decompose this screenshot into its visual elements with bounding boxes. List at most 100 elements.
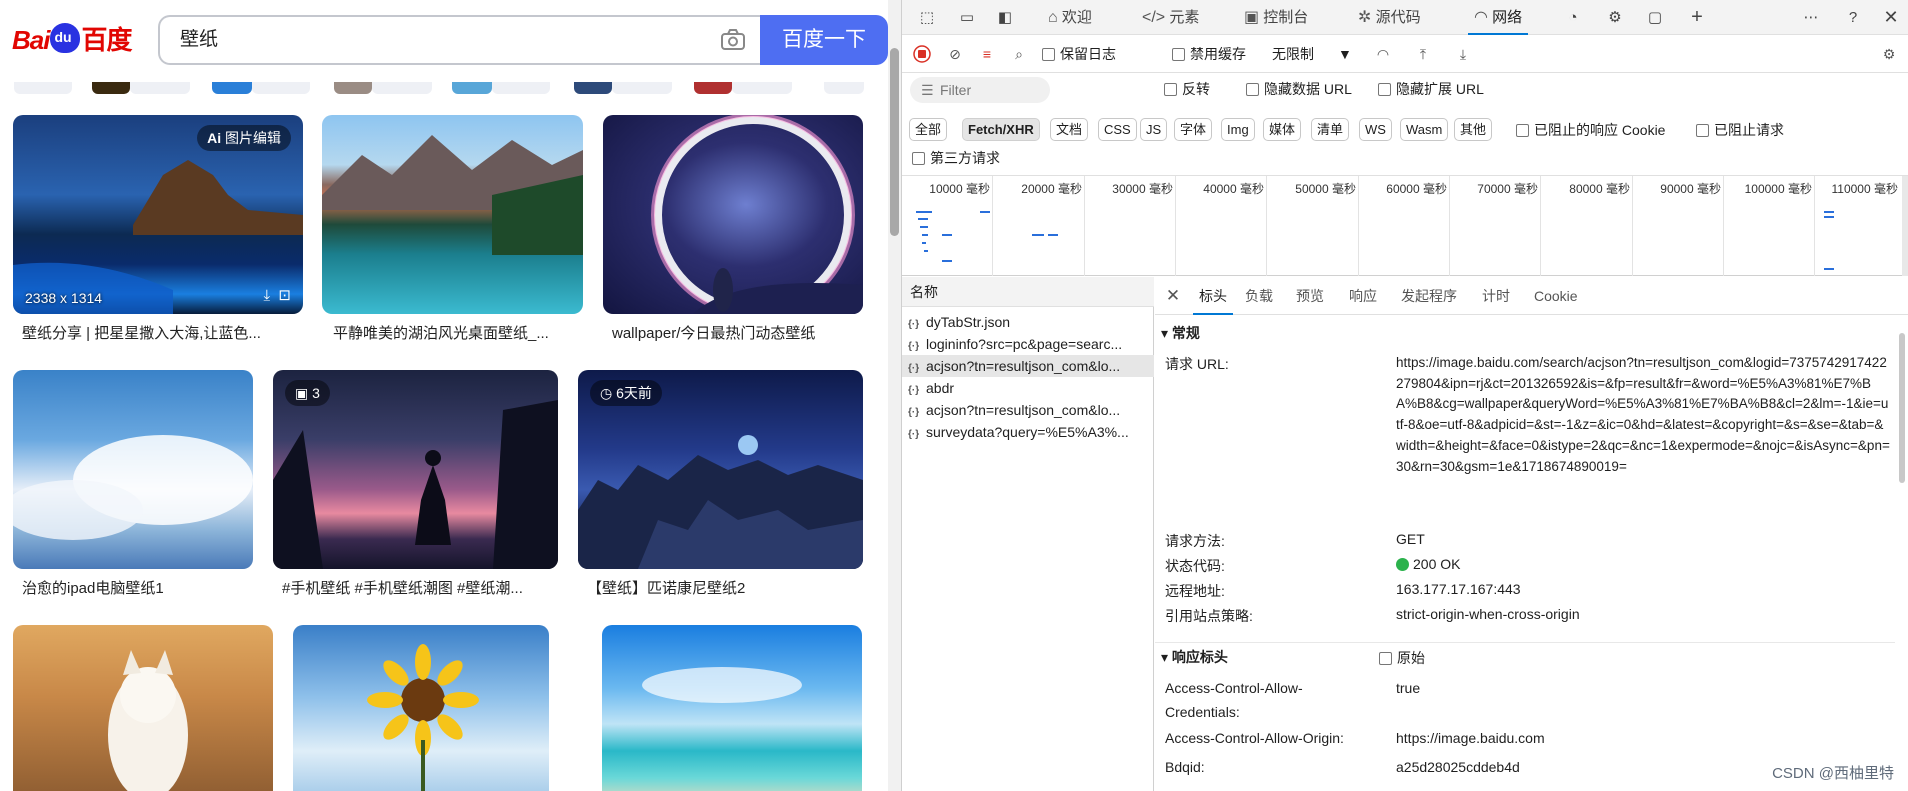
request-row[interactable]: {·} acjson?tn=resultjson_com&lo... bbox=[902, 355, 1154, 377]
status-value[interactable]: 200 OK bbox=[1396, 556, 1460, 572]
tab-console[interactable]: ▣ 控制台 bbox=[1244, 0, 1308, 35]
tab-cookies[interactable]: Cookie bbox=[1534, 277, 1578, 315]
performance-icon[interactable]: ◔ bbox=[1562, 0, 1584, 35]
type-filter-manifest[interactable]: 清单 bbox=[1311, 118, 1350, 141]
clear-icon[interactable]: ⊘ bbox=[944, 35, 966, 73]
tab-timing[interactable]: 计时 bbox=[1482, 277, 1510, 315]
search-icon[interactable]: ⌕ bbox=[1008, 35, 1030, 73]
disable-cache-checkbox[interactable]: 禁用缓存 bbox=[1172, 35, 1246, 73]
image-caption[interactable]: 【壁纸】匹诺康尼壁纸2 bbox=[587, 577, 855, 598]
method-value[interactable]: GET bbox=[1396, 531, 1425, 547]
image-caption[interactable]: #手机壁纸 #手机壁纸潮图 #壁纸潮... bbox=[282, 577, 550, 598]
camera-icon[interactable] bbox=[720, 28, 746, 52]
name-column-header[interactable]: 名称 bbox=[902, 277, 1154, 307]
request-row[interactable]: {·} acjson?tn=resultjson_com&lo... bbox=[902, 399, 1154, 421]
image-card[interactable] bbox=[602, 625, 862, 791]
filter-input[interactable]: ☰ Filter bbox=[910, 77, 1050, 103]
baidu-logo[interactable]: Bai百度 bbox=[12, 18, 132, 62]
image-caption[interactable]: 壁纸分享 | 把星星撒入大海,让蓝色... bbox=[22, 322, 302, 343]
preserve-log-checkbox[interactable]: 保留日志 bbox=[1042, 35, 1116, 73]
detail-scrollbar[interactable] bbox=[1897, 319, 1907, 789]
hide-data-url-checkbox[interactable]: 隐藏数据 URL bbox=[1246, 73, 1352, 105]
network-conditions-icon[interactable]: ◠ bbox=[1372, 35, 1394, 73]
scrollbar-thumb[interactable] bbox=[890, 48, 899, 236]
tab-headers[interactable]: 标头 bbox=[1193, 277, 1233, 315]
tab-initiator[interactable]: 发起程序 bbox=[1401, 277, 1457, 315]
type-filter-ws[interactable]: WS bbox=[1359, 118, 1392, 141]
hide-extension-url-checkbox[interactable]: 隐藏扩展 URL bbox=[1378, 73, 1484, 105]
remote-address-value[interactable]: 163.177.17.167:443 bbox=[1396, 581, 1521, 597]
type-filter-wasm[interactable]: Wasm bbox=[1400, 118, 1449, 141]
request-row[interactable]: {·} surveydata?query=%E5%A3%... bbox=[902, 421, 1154, 443]
type-filter-js[interactable]: JS bbox=[1140, 118, 1168, 141]
image-caption[interactable]: wallpaper/今日最热门动态壁纸 bbox=[612, 322, 862, 343]
image-card[interactable]: ◷ 6天前 bbox=[578, 370, 863, 569]
tab-sources[interactable]: ✲ 源代码 bbox=[1358, 0, 1421, 35]
image-card[interactable] bbox=[13, 370, 253, 569]
more-tools-icon[interactable]: + bbox=[1686, 0, 1708, 35]
invert-checkbox[interactable]: 反转 bbox=[1164, 73, 1210, 105]
type-filter-media[interactable]: 媒体 bbox=[1263, 118, 1302, 141]
help-icon[interactable]: ? bbox=[1842, 0, 1864, 35]
type-filter-css[interactable]: CSS bbox=[1098, 118, 1137, 141]
image-caption[interactable]: 治愈的ipad电脑壁纸1 bbox=[22, 577, 252, 598]
gear-icon[interactable]: ⚙ bbox=[1604, 0, 1626, 35]
image-card[interactable] bbox=[603, 115, 863, 314]
image-card[interactable] bbox=[322, 115, 583, 314]
filter-toggle-icon[interactable]: ≡ bbox=[976, 35, 998, 73]
referrer-policy-value[interactable]: strict-origin-when-cross-origin bbox=[1396, 606, 1580, 622]
blocked-requests-checkbox[interactable]: 已阻止请求 bbox=[1696, 115, 1784, 145]
tab-welcome[interactable]: ⌂ 欢迎 bbox=[1048, 0, 1092, 35]
tab-payload[interactable]: 负载 bbox=[1245, 277, 1273, 315]
bdqid-value[interactable]: a25d28025cddeb4d bbox=[1396, 759, 1520, 775]
general-section-header[interactable]: ▾ 常规 bbox=[1155, 319, 1895, 347]
image-caption[interactable]: 平静唯美的湖泊风光桌面壁纸_... bbox=[333, 322, 583, 343]
raw-headers-checkbox[interactable]: 原始 bbox=[1379, 648, 1425, 668]
acao-value[interactable]: https://image.baidu.com bbox=[1396, 730, 1545, 746]
close-icon[interactable]: ✕ bbox=[1880, 0, 1902, 35]
request-row[interactable]: {·} logininfo?src=pc&page=searc... bbox=[902, 333, 1154, 355]
tab-preview[interactable]: 预览 bbox=[1296, 277, 1324, 315]
type-filter-doc[interactable]: 文档 bbox=[1050, 118, 1089, 141]
dock-side-icon[interactable]: ◧ bbox=[994, 0, 1016, 35]
record-icon[interactable] bbox=[912, 35, 934, 73]
network-settings-icon[interactable]: ⚙ bbox=[1878, 35, 1900, 73]
image-card[interactable]: ▣ 3 bbox=[273, 370, 558, 569]
timeline-scrollbar[interactable] bbox=[1902, 176, 1908, 276]
upload-icon[interactable]: ⤒ bbox=[1412, 35, 1434, 73]
download-icon[interactable]: ⤓ ⊡ bbox=[263, 286, 291, 304]
category-strip[interactable] bbox=[0, 82, 888, 94]
type-filter-all[interactable]: 全部 bbox=[909, 118, 948, 141]
tab-network[interactable]: ◠ 网络 bbox=[1468, 0, 1529, 35]
device-emulation-icon[interactable]: ▭ bbox=[956, 0, 978, 35]
image-card[interactable] bbox=[13, 625, 273, 791]
type-filter-img[interactable]: Img bbox=[1221, 118, 1255, 141]
type-filter-other[interactable]: 其他 bbox=[1454, 118, 1493, 141]
search-input[interactable]: 壁纸 bbox=[180, 17, 218, 63]
acac-value[interactable]: true bbox=[1396, 680, 1420, 696]
inspect-icon[interactable]: ⬚ bbox=[916, 0, 938, 35]
tab-elements[interactable]: </> 元素 bbox=[1142, 0, 1199, 35]
download-icon[interactable]: ⤓ bbox=[1452, 35, 1474, 73]
request-url-value[interactable]: https://image.baidu.com/search/acjson?tn… bbox=[1396, 353, 1890, 477]
image-card[interactable]: Ai 图片编辑 2338 x 1314 ⤓ ⊡ bbox=[13, 115, 303, 314]
application-icon[interactable]: ▢ bbox=[1644, 0, 1666, 35]
network-timeline[interactable]: 10000 毫秒 20000 毫秒 30000 毫秒 40000 毫秒 5000… bbox=[902, 175, 1908, 276]
blocked-cookies-checkbox[interactable]: 已阻止的响应 Cookie bbox=[1516, 115, 1665, 145]
third-party-checkbox[interactable]: 第三方请求 bbox=[912, 148, 1000, 168]
search-box[interactable]: 壁纸 bbox=[158, 15, 760, 65]
throttle-select[interactable]: 无限制 ▼ bbox=[1272, 35, 1352, 73]
response-headers-section-header[interactable]: ▾ 响应标头 bbox=[1155, 642, 1895, 670]
type-filter-font[interactable]: 字体 bbox=[1174, 118, 1213, 141]
search-button[interactable]: 百度一下 bbox=[760, 15, 888, 65]
request-row[interactable]: {·} abdr bbox=[902, 377, 1154, 399]
image-edit-badge[interactable]: Ai 图片编辑 bbox=[197, 125, 291, 151]
type-filter-fetch-xhr[interactable]: Fetch/XHR bbox=[962, 118, 1040, 141]
tab-response[interactable]: 响应 bbox=[1349, 277, 1377, 315]
close-detail-icon[interactable]: ✕ bbox=[1163, 277, 1183, 315]
scrollbar-thumb[interactable] bbox=[1899, 333, 1905, 483]
more-icon[interactable]: ⋯ bbox=[1800, 0, 1822, 35]
page-scrollbar[interactable] bbox=[888, 0, 901, 791]
image-card[interactable] bbox=[293, 625, 549, 791]
request-row[interactable]: {·} dyTabStr.json bbox=[902, 311, 1154, 333]
